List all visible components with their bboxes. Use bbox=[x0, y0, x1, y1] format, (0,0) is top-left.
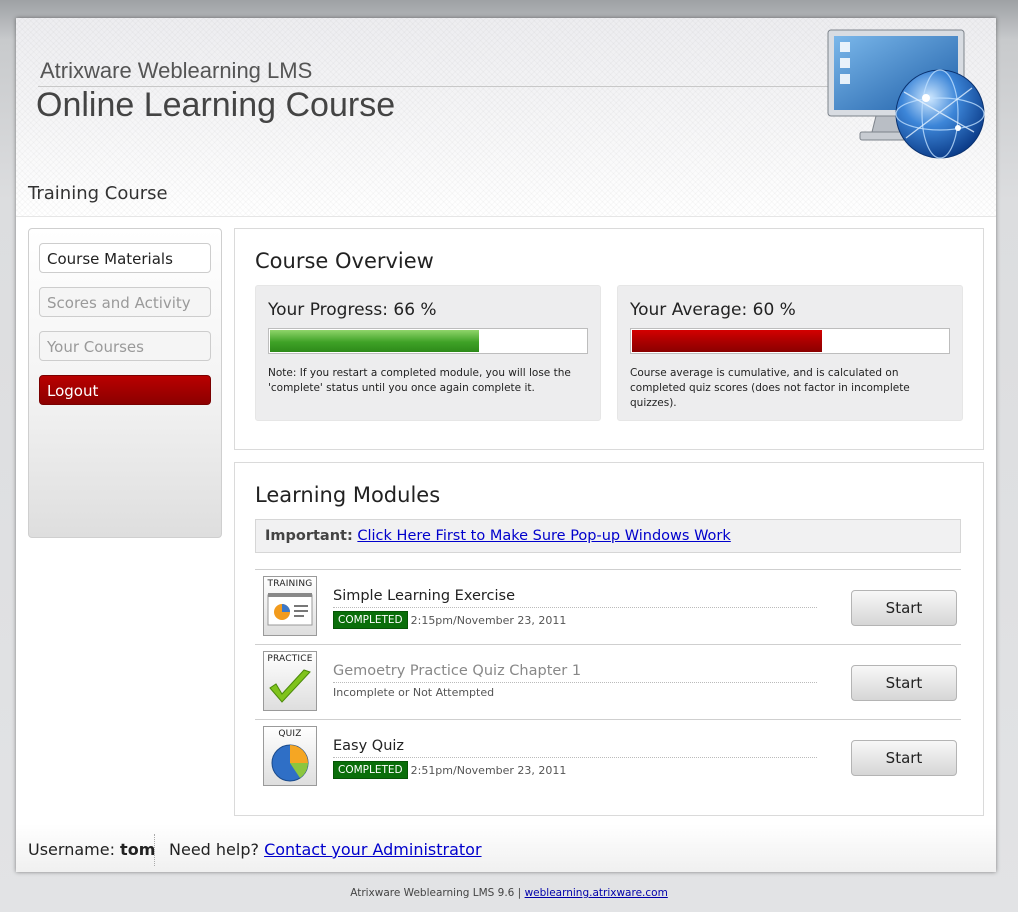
sidebar-nav: Course Materials Scores and Activity You… bbox=[28, 228, 222, 538]
average-label: Your Average: 60 % bbox=[630, 300, 796, 320]
help-label: Need help? bbox=[169, 840, 259, 859]
user-footer: Username: tom Need help? Contact your Ad… bbox=[16, 824, 996, 872]
computer-globe-icon bbox=[827, 29, 985, 159]
contact-admin-link[interactable]: Contact your Administrator bbox=[264, 840, 481, 859]
course-title: Training Course bbox=[28, 183, 168, 204]
module-row: PRACTICE Gemoetry Practice Quiz Chapter … bbox=[255, 645, 961, 720]
page-header: Atrixware Weblearning LMS Online Learnin… bbox=[16, 18, 996, 217]
module-thumbnail: PRACTICE bbox=[263, 651, 317, 711]
module-tag: PRACTICE bbox=[267, 654, 313, 664]
start-button[interactable]: Start bbox=[851, 590, 957, 626]
important-label: Important: bbox=[265, 528, 353, 544]
module-status: COMPLETED 2:51pm/November 23, 2011 bbox=[333, 761, 566, 779]
app-frame: Atrixware Weblearning LMS Online Learnin… bbox=[16, 18, 996, 872]
module-name[interactable]: Gemoetry Practice Quiz Chapter 1 bbox=[333, 663, 581, 679]
help-area: Need help? Contact your Administrator bbox=[169, 840, 482, 859]
pie-chart-icon bbox=[271, 744, 309, 782]
brand-title: Online Learning Course bbox=[36, 86, 396, 124]
module-divider bbox=[333, 682, 817, 683]
start-button[interactable]: Start bbox=[851, 740, 957, 776]
progress-box: Your Progress: 66 % Note: If you restart… bbox=[255, 285, 601, 421]
module-timestamp: 2:51pm/November 23, 2011 bbox=[410, 763, 567, 777]
module-status: Incomplete or Not Attempted bbox=[333, 686, 494, 699]
presentation-icon bbox=[267, 593, 313, 626]
learning-modules-panel: Learning Modules Important: Click Here F… bbox=[234, 462, 984, 816]
module-name[interactable]: Easy Quiz bbox=[333, 738, 404, 754]
brand-subtitle: Atrixware Weblearning LMS bbox=[40, 58, 313, 83]
popup-notice: Important: Click Here First to Make Sure… bbox=[255, 519, 961, 553]
progress-bar-fill bbox=[270, 330, 479, 352]
page-footer: Atrixware Weblearning LMS 9.6 | weblearn… bbox=[0, 887, 1018, 899]
module-name[interactable]: Simple Learning Exercise bbox=[333, 588, 515, 604]
username-label: Username: bbox=[28, 840, 115, 859]
module-list: TRAINING Simple Learning Exercise COMPLE… bbox=[255, 569, 961, 794]
course-overview-title: Course Overview bbox=[255, 249, 434, 273]
start-button[interactable]: Start bbox=[851, 665, 957, 701]
checkmark-icon bbox=[269, 669, 311, 703]
module-row: QUIZ Easy Quiz COMPLETED 2:51pm/November… bbox=[255, 720, 961, 794]
completed-badge: COMPLETED bbox=[333, 611, 408, 629]
footer-divider bbox=[154, 834, 156, 866]
module-timestamp: 2:15pm/November 23, 2011 bbox=[410, 613, 567, 627]
module-status-text: Incomplete or Not Attempted bbox=[333, 686, 495, 699]
completed-badge: COMPLETED bbox=[333, 761, 408, 779]
username-value: tom bbox=[120, 840, 156, 859]
learning-modules-title: Learning Modules bbox=[255, 483, 441, 507]
sidebar-item-course-materials[interactable]: Course Materials bbox=[39, 243, 211, 273]
module-thumbnail: QUIZ bbox=[263, 726, 317, 786]
average-box: Your Average: 60 % Course average is cum… bbox=[617, 285, 963, 421]
module-divider bbox=[333, 607, 817, 608]
sidebar-item-scores-and-activity[interactable]: Scores and Activity bbox=[39, 287, 211, 317]
course-overview-panel: Course Overview Your Progress: 66 % Note… bbox=[234, 228, 984, 450]
average-bar-fill bbox=[632, 330, 822, 352]
progress-bar bbox=[268, 328, 588, 354]
module-divider bbox=[333, 757, 817, 758]
popup-test-link[interactable]: Click Here First to Make Sure Pop-up Win… bbox=[357, 528, 730, 544]
progress-note: Note: If you restart a completed module,… bbox=[268, 367, 571, 394]
version-text: Atrixware Weblearning LMS 9.6 | bbox=[350, 887, 522, 899]
module-status: COMPLETED 2:15pm/November 23, 2011 bbox=[333, 611, 566, 629]
website-link[interactable]: weblearning.atrixware.com bbox=[525, 887, 668, 899]
module-tag: TRAINING bbox=[267, 579, 313, 589]
average-bar bbox=[630, 328, 950, 354]
module-thumbnail: TRAINING bbox=[263, 576, 317, 636]
sidebar-item-your-courses[interactable]: Your Courses bbox=[39, 331, 211, 361]
module-tag: QUIZ bbox=[278, 729, 302, 739]
logout-button[interactable]: Logout bbox=[39, 375, 211, 405]
username-display: Username: tom bbox=[28, 840, 155, 859]
progress-label: Your Progress: 66 % bbox=[268, 300, 437, 320]
average-note: Course average is cumulative, and is cal… bbox=[630, 367, 910, 409]
module-row: TRAINING Simple Learning Exercise COMPLE… bbox=[255, 570, 961, 645]
